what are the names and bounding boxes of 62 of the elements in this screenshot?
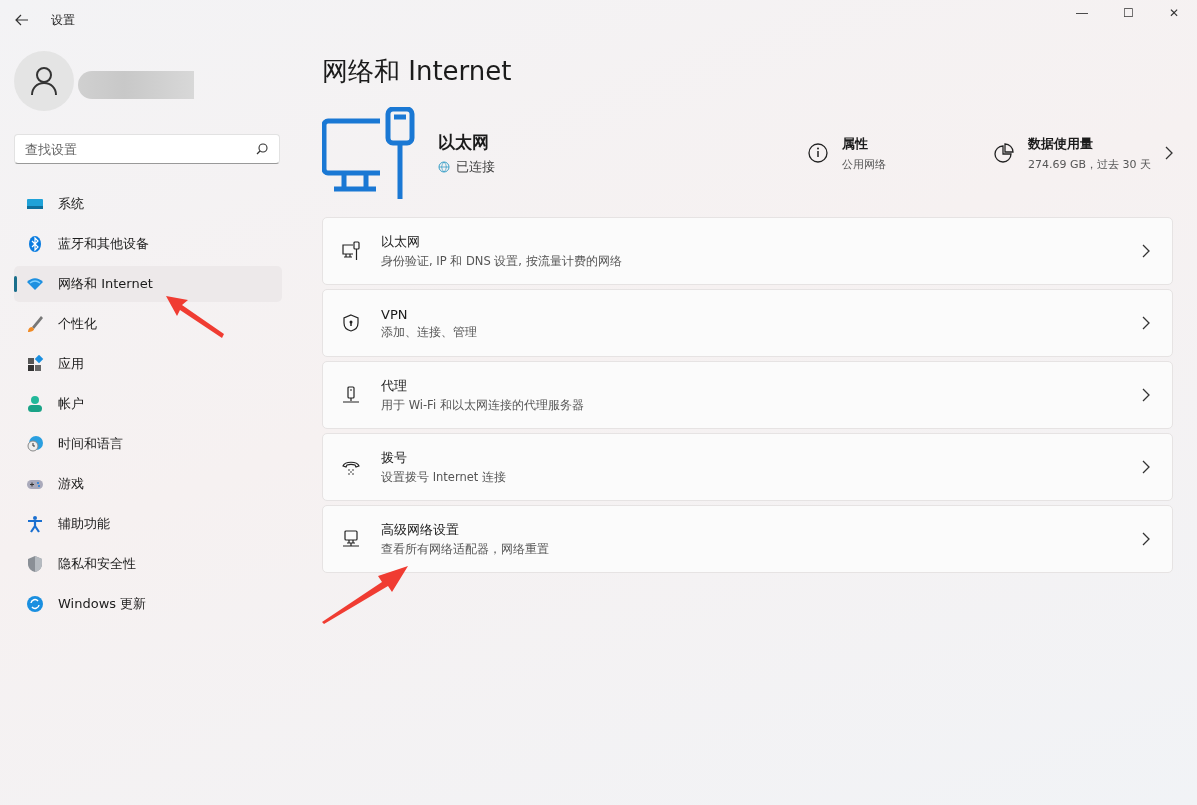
pie-chart-icon xyxy=(993,143,1014,163)
window-control-button[interactable]: ✕ xyxy=(1151,0,1197,26)
sidebar-item[interactable]: 辅助功能 xyxy=(14,506,282,542)
window-control-button[interactable]: — xyxy=(1059,0,1105,26)
card-subtitle: 设置拨号 Internet 连接 xyxy=(381,470,507,485)
nav-icon xyxy=(26,395,44,413)
search-field[interactable]: 查找设置 xyxy=(14,134,280,164)
chevron-icon xyxy=(1142,244,1150,258)
nav-icon xyxy=(26,515,44,533)
nav-icon xyxy=(26,595,44,613)
sidebar-item[interactable]: 隐私和安全性 xyxy=(14,546,282,582)
monitor-cable-icon xyxy=(322,107,418,199)
sidebar-item[interactable]: 帐户 xyxy=(14,386,282,422)
sidebar-item[interactable]: 游戏 xyxy=(14,466,282,502)
sidebar-item[interactable]: 系统 xyxy=(14,186,282,222)
card-icon xyxy=(341,385,361,405)
sidebar-item[interactable]: 蓝牙和其他设备 xyxy=(14,226,282,262)
nav-icon xyxy=(26,235,44,253)
card-title: 以太网 xyxy=(381,233,421,251)
window-title: 设置 xyxy=(51,11,75,29)
back-icon[interactable] xyxy=(15,14,29,26)
settings-card[interactable]: 拨号 设置拨号 Internet 连接 xyxy=(322,433,1173,501)
card-title: VPN xyxy=(381,306,409,322)
settings-card[interactable]: 以太网 身份验证, IP 和 DNS 设置, 按流量计费的网络 xyxy=(322,217,1173,285)
settings-card[interactable]: 高级网络设置 查看所有网络适配器，网络重置 xyxy=(322,505,1173,573)
page-title: 网络和 Internet xyxy=(322,55,513,88)
nav-icon xyxy=(26,275,44,293)
window-control-button[interactable]: ☐ xyxy=(1105,0,1151,26)
globe-icon xyxy=(438,160,450,173)
card-title: 代理 xyxy=(381,377,408,395)
sidebar-item[interactable]: 个性化 xyxy=(14,306,282,342)
settings-card[interactable]: VPN 添加、连接、管理 xyxy=(322,289,1173,357)
card-subtitle: 用于 Wi-Fi 和以太网连接的代理服务器 xyxy=(381,398,585,413)
chevron-icon xyxy=(1142,460,1150,474)
sidebar-item[interactable]: 时间和语言 xyxy=(14,426,282,462)
info-icon xyxy=(807,143,828,163)
connection-status: 已连接 xyxy=(456,157,495,176)
nav-icon xyxy=(26,435,44,453)
card-icon xyxy=(341,313,361,333)
card-subtitle: 身份验证, IP 和 DNS 设置, 按流量计费的网络 xyxy=(381,254,623,269)
card-title: 高级网络设置 xyxy=(381,521,460,539)
chevron-icon xyxy=(1142,532,1150,546)
settings-card[interactable]: 代理 用于 Wi-Fi 和以太网连接的代理服务器 xyxy=(322,361,1173,429)
chevron-icon xyxy=(1142,316,1150,330)
card-subtitle: 查看所有网络适配器，网络重置 xyxy=(381,542,550,557)
nav-icon xyxy=(26,555,44,573)
card-title: 拨号 xyxy=(381,449,408,467)
sidebar-item[interactable]: Windows 更新 xyxy=(14,586,282,622)
chevron-icon xyxy=(1142,388,1150,402)
nav-icon xyxy=(26,355,44,373)
card-subtitle: 添加、连接、管理 xyxy=(381,324,478,340)
sidebar-item[interactable]: 应用 xyxy=(14,346,282,382)
chevron-icon xyxy=(1165,146,1173,160)
sidebar-item[interactable]: 网络和 Internet xyxy=(14,266,282,302)
data-usage-link[interactable]: 数据使用量 274.69 GB，过去 30 天 xyxy=(993,134,1173,172)
card-icon xyxy=(341,529,361,549)
properties-link[interactable]: 属性 公用网络 xyxy=(807,134,886,172)
search-icon[interactable] xyxy=(256,143,268,155)
annotation-arrow xyxy=(166,296,226,340)
nav-icon xyxy=(26,315,44,333)
connection-name: 以太网 xyxy=(438,130,490,154)
card-icon xyxy=(341,241,361,261)
